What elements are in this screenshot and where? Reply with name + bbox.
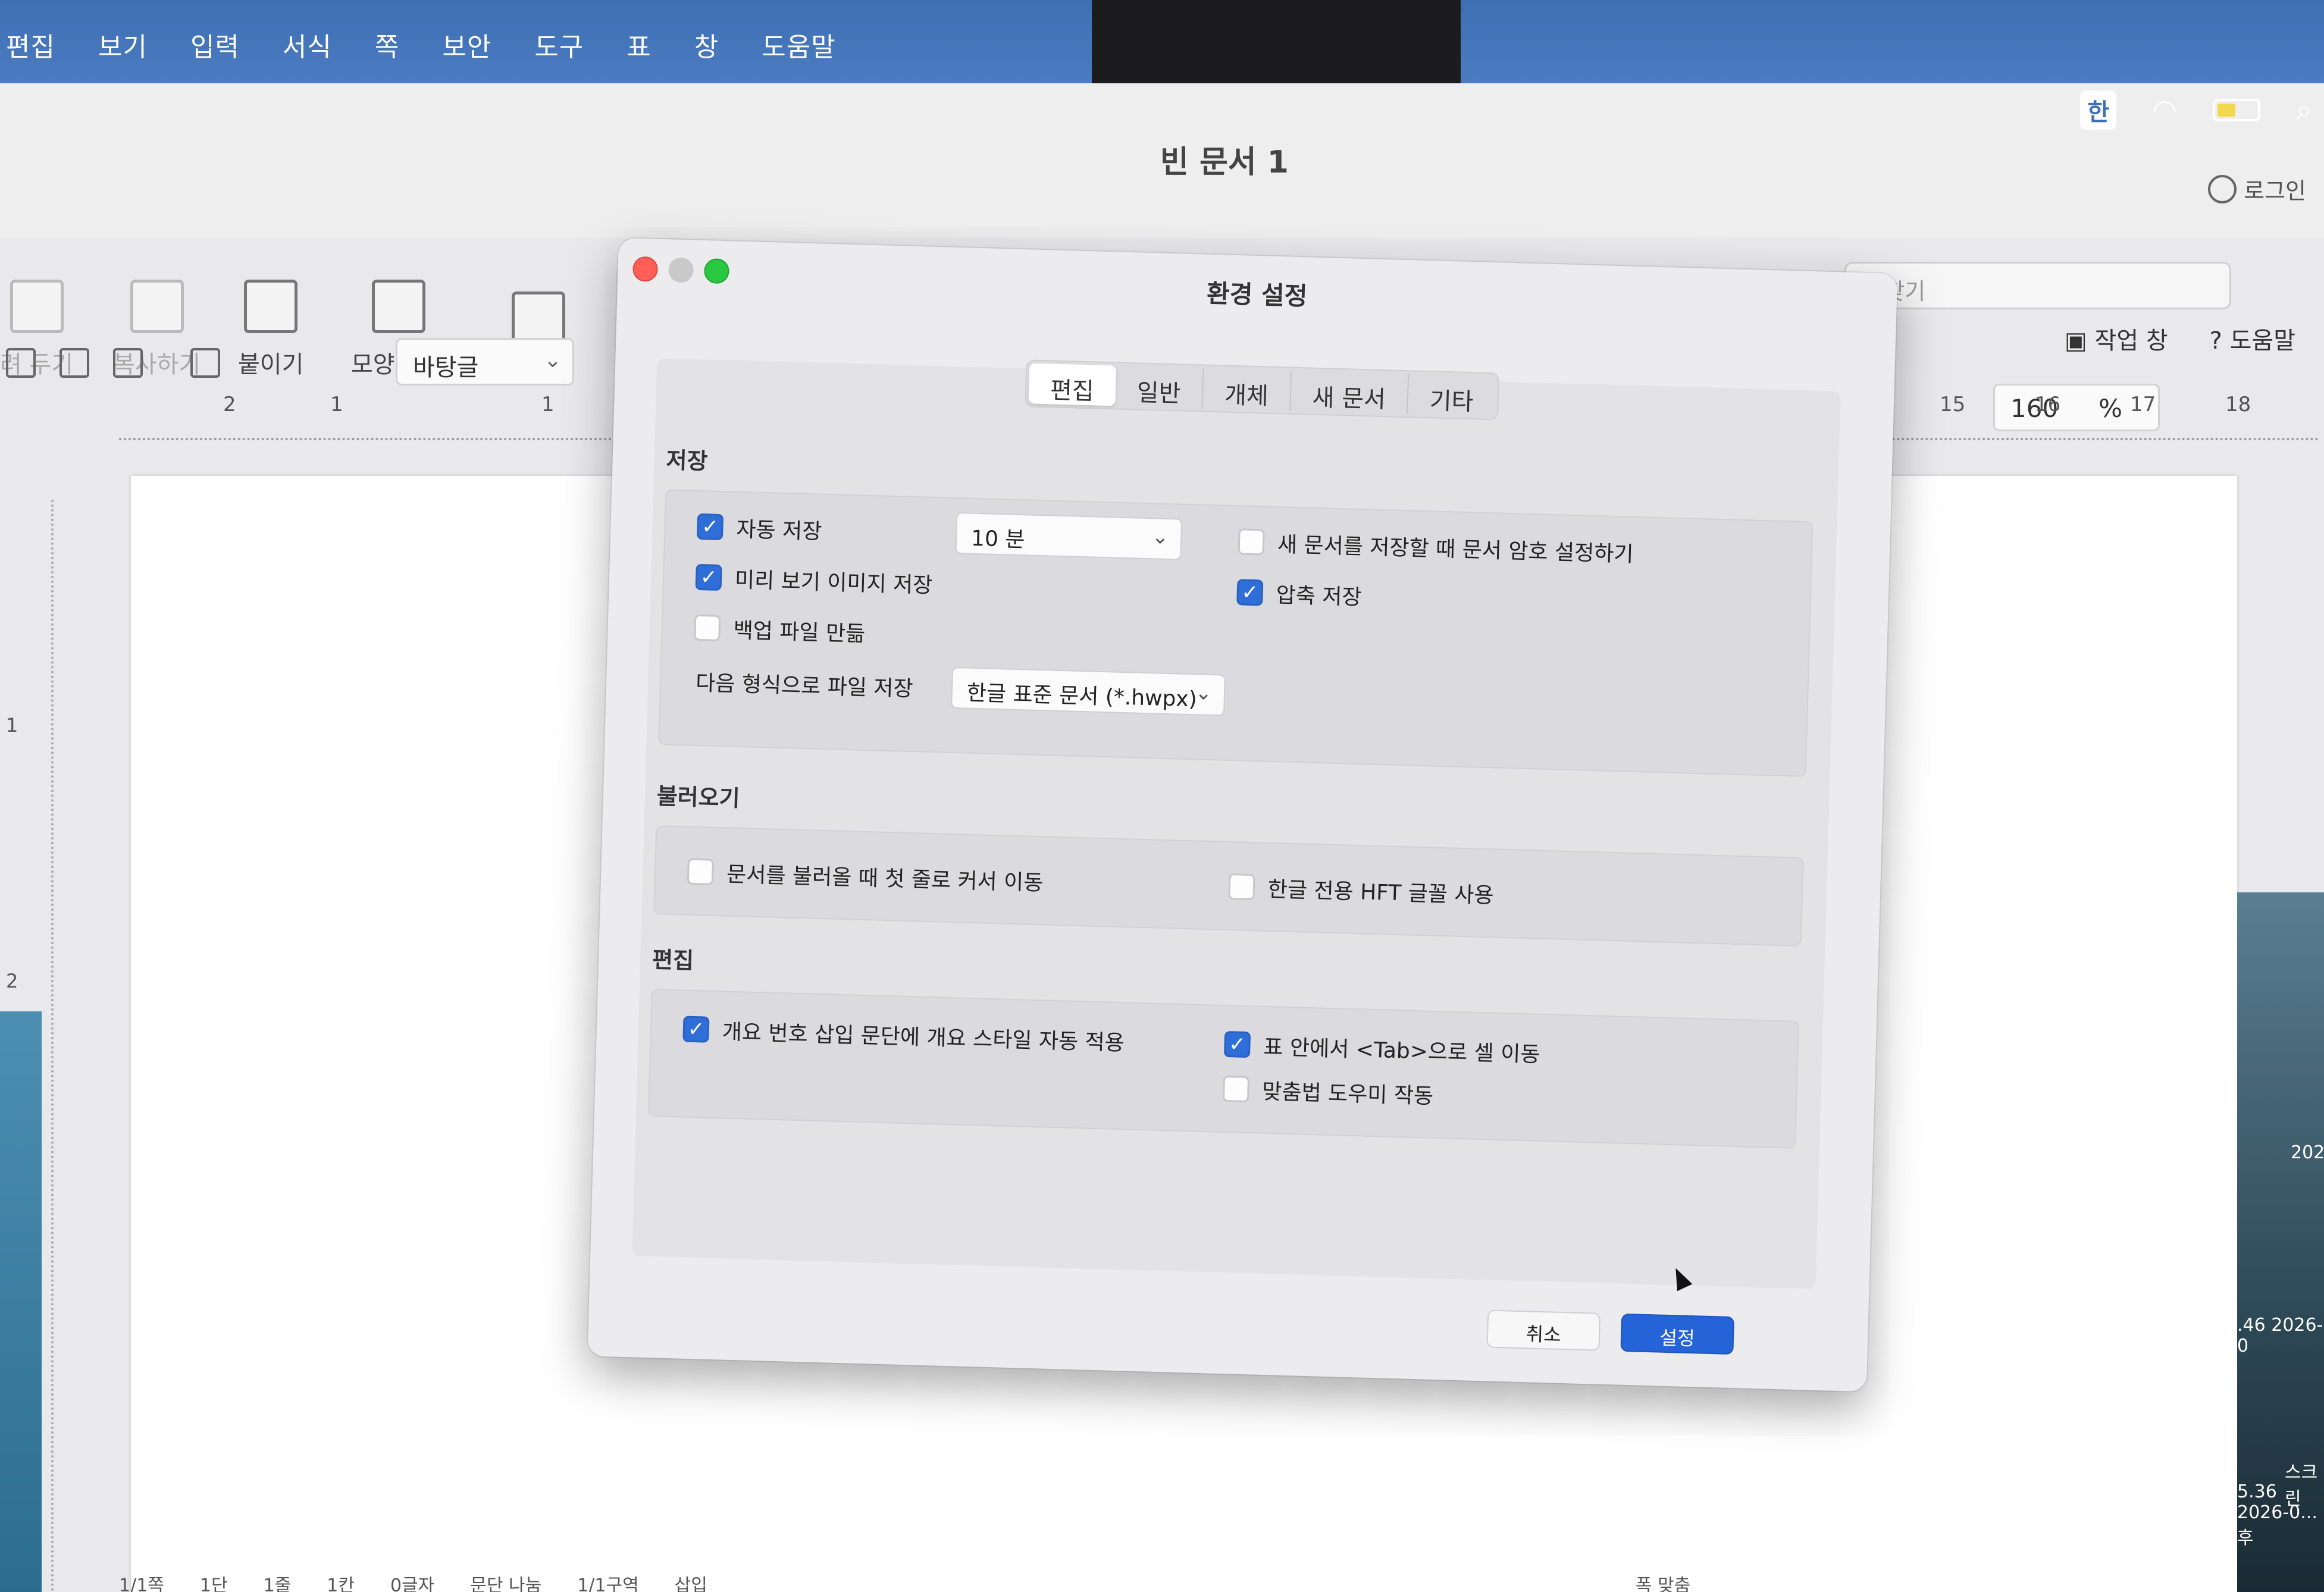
section-title-load: 불러오기 xyxy=(656,783,741,812)
menu-help[interactable]: 도움말 xyxy=(762,26,835,64)
desktop-file-label: 5.36 2026-0...후 xyxy=(2237,1481,2317,1549)
auto-save-checkbox[interactable]: ✓ xyxy=(696,513,724,541)
chevron-down-icon: ⌄ xyxy=(1194,681,1213,706)
menu-page[interactable]: 쪽 xyxy=(375,26,399,64)
input-method-badge[interactable]: 한 xyxy=(2080,90,2117,130)
clipboard-icon xyxy=(244,280,298,333)
tab-edit[interactable]: 편집 xyxy=(1028,363,1116,406)
ruler-tick: 15 xyxy=(1940,393,1966,416)
system-status-area: 한 ◠ ⌕ xyxy=(1967,71,2324,149)
menu-security[interactable]: 보안 xyxy=(442,26,491,64)
compress-checkbox[interactable]: ✓ xyxy=(1236,579,1264,606)
format-brush-icon xyxy=(371,280,425,333)
status-chars: 0글자 xyxy=(390,1575,435,1592)
section-title-edit: 편집 xyxy=(652,947,694,974)
section-title-save: 저장 xyxy=(665,447,709,475)
menu-input[interactable]: 입력 xyxy=(190,26,240,64)
outline-style-checkbox[interactable]: ✓ xyxy=(682,1016,710,1043)
desktop-background-left xyxy=(0,1011,42,1592)
menu-tools[interactable]: 도구 xyxy=(534,26,584,64)
save-format-select[interactable]: 한글 표준 문서 (*.hwpx) ⌄ xyxy=(951,666,1226,716)
print-icon[interactable] xyxy=(190,348,220,378)
ok-button[interactable]: 설정 xyxy=(1620,1313,1735,1355)
status-fit[interactable]: 폭 맞춤 xyxy=(1636,1571,1690,1592)
style-select-value: 바탕글 xyxy=(413,354,479,381)
search-input[interactable]: ⌕ 찾기 xyxy=(1844,262,2231,309)
desktop-file-label: .46 2026-0 xyxy=(2237,1315,2323,1356)
status-column: 1단 xyxy=(199,1575,228,1592)
hft-font-checkbox[interactable] xyxy=(1228,873,1255,901)
tab-other[interactable]: 기타 xyxy=(1408,374,1495,416)
option-auto-save[interactable]: ✓ 자동 저장 xyxy=(696,511,822,546)
status-cell: 1칸 xyxy=(327,1575,355,1592)
help-label: 도움말 xyxy=(2229,327,2295,355)
menu-edit[interactable]: 편집 xyxy=(6,26,55,64)
save-format-value: 한글 표준 문서 (*.hwpx) xyxy=(966,681,1198,712)
chevron-down-icon: ⌄ xyxy=(543,348,562,372)
wifi-icon[interactable]: ◠ xyxy=(2152,93,2177,127)
backup-checkbox[interactable] xyxy=(694,614,721,642)
ruler-tick: 1 xyxy=(541,393,555,416)
status-line: 1줄 xyxy=(263,1575,292,1592)
ruler-tick: 18 xyxy=(2225,393,2251,416)
spotlight-search-icon[interactable]: ⌕ xyxy=(2296,93,2312,127)
menu-view[interactable]: 보기 xyxy=(98,26,148,64)
status-bar: 1/1쪽 1단 1줄 1칸 0글자 문단 나눔 1/1구역 삽입 폭 맞춤 xyxy=(119,1571,2201,1592)
vruler-tick: 2 xyxy=(6,970,18,992)
document-title: 빈 문서 1 xyxy=(1160,145,1289,180)
option-compress[interactable]: ✓ 압축 저장 xyxy=(1236,576,1362,611)
status-paragraph: 문단 나눔 xyxy=(470,1575,542,1592)
status-page: 1/1쪽 xyxy=(119,1575,164,1592)
tab-new-document[interactable]: 새 문서 xyxy=(1291,370,1410,415)
help-button[interactable]: ? 도움말 xyxy=(2210,321,2295,356)
save-icon[interactable] xyxy=(113,348,143,378)
option-backup[interactable]: 백업 파일 만듦 xyxy=(694,612,866,648)
style-select[interactable]: 바탕글 ⌄ xyxy=(396,338,574,386)
status-section: 1/1구역 xyxy=(577,1575,639,1592)
new-doc-icon[interactable] xyxy=(6,348,36,378)
vruler-tick: 1 xyxy=(6,714,18,737)
save-format-row: 다음 형식으로 파일 저장 xyxy=(696,666,914,703)
desktop-background: 202 .46 2026-0 스크린 5.36 2026-0...후 xyxy=(2237,892,2324,1592)
right-toolbar: ▣ 작업 창 ? 도움말 xyxy=(2065,321,2295,356)
option-preview-image[interactable]: ✓ 미리 보기 이미지 저장 xyxy=(695,562,933,599)
auto-save-interval-value: 10 분 xyxy=(970,526,1026,553)
ruler-tick: 2 xyxy=(223,393,236,416)
spell-helper-label: 맞춤법 도우미 작동 xyxy=(1261,1079,1434,1109)
task-pane-button[interactable]: ▣ 작업 창 xyxy=(2065,321,2168,356)
task-pane-label: 작업 창 xyxy=(2094,327,2168,355)
spell-helper-checkbox[interactable] xyxy=(1222,1075,1250,1103)
ruler-tick: 1 xyxy=(330,393,343,416)
open-folder-icon[interactable] xyxy=(59,348,89,378)
tab-general[interactable]: 일반 xyxy=(1115,365,1204,409)
compress-label: 압축 저장 xyxy=(1276,583,1363,610)
preview-image-label: 미리 보기 이미지 저장 xyxy=(734,568,933,598)
menu-format[interactable]: 서식 xyxy=(283,26,332,64)
scissors-icon xyxy=(10,280,64,333)
ruler-tick: 17 xyxy=(2130,393,2156,416)
cancel-button[interactable]: 취소 xyxy=(1486,1309,1601,1351)
chevron-down-icon: ⌄ xyxy=(1151,525,1169,549)
cursor-first-line-checkbox[interactable] xyxy=(687,858,714,885)
option-spell-helper[interactable]: 맞춤법 도우미 작동 xyxy=(1222,1073,1434,1110)
desktop-file-label: 202 xyxy=(2291,1142,2324,1163)
preview-image-checkbox[interactable]: ✓ xyxy=(695,563,722,591)
backup-label: 백업 파일 만듦 xyxy=(733,618,866,647)
preferences-dialog: 환경 설정 편집 일반 개체 새 문서 기타 저장 ✓ 자동 저장 10 분 ⌄… xyxy=(587,238,1898,1392)
menu-table[interactable]: 표 xyxy=(627,26,651,64)
tab-object[interactable]: 개체 xyxy=(1202,368,1292,411)
save-format-label: 다음 형식으로 파일 저장 xyxy=(695,670,914,702)
dialog-title: 환경 설정 xyxy=(1206,278,1308,311)
auto-save-interval-select[interactable]: 10 분 ⌄ xyxy=(955,512,1183,560)
new-doc-password-checkbox[interactable] xyxy=(1238,528,1265,556)
hft-font-label: 한글 전용 HFT 글꼴 사용 xyxy=(1267,877,1495,908)
copy-icon xyxy=(130,280,184,333)
auto-save-label: 자동 저장 xyxy=(735,517,822,544)
ruler-tick: 16 xyxy=(2035,393,2061,416)
tab-cell-move-checkbox[interactable]: ✓ xyxy=(1223,1030,1251,1058)
menu-window[interactable]: 창 xyxy=(694,26,719,64)
status-mode: 삽입 xyxy=(674,1575,707,1592)
battery-icon[interactable] xyxy=(2213,99,2261,121)
